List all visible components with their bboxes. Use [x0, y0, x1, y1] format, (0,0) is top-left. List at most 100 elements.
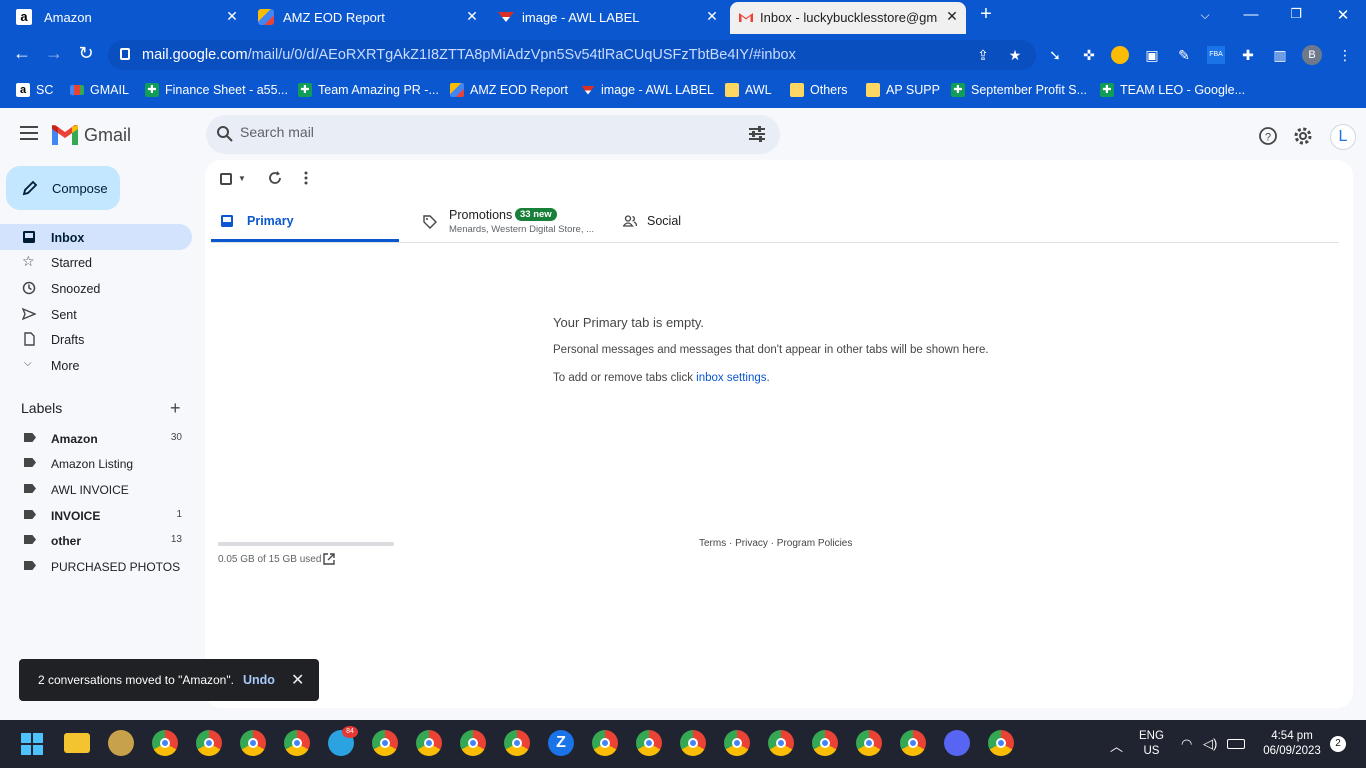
zoom-icon[interactable]: Z [548, 730, 574, 756]
footer-links[interactable]: Terms · Privacy · Program Policies [699, 538, 852, 549]
extension-pen-icon[interactable]: ✎ [1175, 46, 1193, 64]
bookmark-ap-supp-folder[interactable]: AP SUPP [866, 83, 940, 97]
label-amazon-listing[interactable]: Amazon Listing [0, 451, 192, 476]
telegram-icon[interactable]: 84 [328, 726, 358, 756]
chrome-icon[interactable] [240, 730, 266, 756]
account-avatar[interactable]: L [1330, 124, 1356, 150]
chrome-icon[interactable] [768, 730, 794, 756]
chrome-icon[interactable] [504, 730, 530, 756]
bookmark-amz-eod[interactable]: AMZ EOD Report [450, 83, 568, 97]
volume-icon[interactable]: ◁) [1203, 736, 1217, 752]
chrome-icon[interactable] [372, 730, 398, 756]
browser-tab-amazon[interactable]: a Amazon ✕ [8, 0, 246, 34]
close-icon[interactable]: ✕ [704, 8, 720, 25]
label-invoice[interactable]: INVOICE 1 [0, 503, 192, 528]
close-icon[interactable]: ✕ [224, 8, 240, 25]
browser-tab-amz-eod[interactable]: AMZ EOD Report ✕ [250, 0, 486, 34]
chrome-icon[interactable] [416, 730, 442, 756]
search-icon[interactable] [216, 125, 234, 143]
nav-item-drafts[interactable]: Drafts [0, 326, 192, 352]
search-bar[interactable] [206, 115, 780, 154]
nav-item-snoozed[interactable]: Snoozed [0, 275, 192, 301]
file-explorer-icon[interactable] [64, 733, 90, 753]
open-external-icon[interactable] [323, 553, 335, 565]
select-caret-icon[interactable]: ▼ [238, 174, 246, 183]
forward-button[interactable]: → [42, 43, 66, 64]
discord-icon[interactable] [944, 730, 970, 756]
back-button[interactable]: ← [10, 43, 34, 64]
chrome-icon[interactable] [988, 730, 1014, 756]
label-other[interactable]: other 13 [0, 528, 192, 553]
extensions-puzzle-icon[interactable]: ✚ [1239, 46, 1257, 64]
windows-start-icon[interactable] [21, 733, 43, 755]
extension-camera-icon[interactable]: ▣ [1143, 46, 1161, 64]
nav-item-inbox[interactable]: Inbox [0, 224, 192, 250]
restore-button[interactable]: ❐ [1286, 6, 1306, 22]
add-label-button[interactable]: + [170, 398, 181, 419]
tab-search-chevron-icon[interactable]: ⌵ [1195, 8, 1215, 23]
tray-chevron-up-icon[interactable]: ︿ [1110, 736, 1123, 755]
extension-puzzle-blue-icon[interactable]: ✜ [1080, 46, 1098, 64]
refresh-icon[interactable] [267, 170, 283, 186]
browser-tab-awl-label[interactable]: image - AWL LABEL ✕ [490, 0, 726, 34]
minimize-button[interactable]: — [1241, 6, 1261, 23]
undo-button[interactable]: Undo [243, 673, 275, 687]
chrome-icon[interactable] [592, 730, 618, 756]
new-tab-button[interactable]: + [976, 3, 996, 26]
label-purchased-photos[interactable]: PURCHASED PHOTOS [0, 554, 192, 579]
nav-item-more[interactable]: ⌵ More [0, 352, 192, 378]
main-menu-icon[interactable] [20, 126, 38, 140]
chrome-icon[interactable] [636, 730, 662, 756]
tab-primary[interactable]: Primary [211, 200, 399, 242]
search-options-icon[interactable] [748, 126, 766, 142]
bookmark-awl-folder[interactable]: AWL [725, 83, 772, 97]
bookmark-awl-label[interactable]: image - AWL LABEL [581, 83, 714, 97]
chrome-icon-active[interactable] [900, 730, 926, 756]
side-panel-icon[interactable]: ▥ [1271, 46, 1289, 64]
chrome-icon[interactable] [152, 730, 178, 756]
search-input[interactable] [240, 124, 720, 140]
label-amazon[interactable]: Amazon 30 [0, 426, 192, 451]
help-icon[interactable]: ? [1258, 126, 1278, 146]
chrome-icon[interactable] [196, 730, 222, 756]
close-icon[interactable]: ✕ [291, 670, 304, 690]
bookmark-september-profit[interactable]: ✚ September Profit S... [951, 83, 1087, 97]
app-avatar-icon[interactable] [108, 730, 134, 756]
compose-button[interactable]: Compose [6, 166, 120, 210]
battery-icon[interactable] [1227, 739, 1245, 749]
chrome-icon[interactable] [856, 730, 882, 756]
close-icon[interactable]: ✕ [944, 8, 960, 25]
extension-orange-icon[interactable] [1111, 46, 1129, 64]
chrome-icon[interactable] [724, 730, 750, 756]
bookmark-others-folder[interactable]: Others [790, 83, 848, 97]
reload-button[interactable]: ↻ [74, 43, 98, 64]
inbox-settings-link[interactable]: inbox settings [696, 372, 766, 384]
select-all-checkbox[interactable] [220, 173, 232, 185]
chrome-icon[interactable] [680, 730, 706, 756]
wifi-icon[interactable]: ◠ [1181, 736, 1192, 752]
nav-item-starred[interactable]: ☆ Starred [0, 249, 192, 275]
close-icon[interactable]: ✕ [464, 8, 480, 25]
notification-count[interactable]: 2 [1330, 736, 1346, 752]
browser-tab-inbox[interactable]: Inbox - luckybucklesstore@gmail ✕ [730, 2, 966, 34]
address-bar[interactable]: mail.google.com/mail/u/0/d/AEoRXRTgAkZ1I… [108, 40, 1036, 70]
bookmark-gmail[interactable]: GMAIL [70, 83, 129, 97]
share-icon[interactable]: ⇪ [974, 46, 992, 64]
bookmark-team-amazing[interactable]: ✚ Team Amazing PR -... [298, 83, 439, 97]
nav-item-sent[interactable]: Sent [0, 301, 192, 327]
language-indicator[interactable]: ENG US [1139, 729, 1164, 759]
bookmark-team-leo[interactable]: ✚ TEAM LEO - Google... [1100, 83, 1245, 97]
browser-menu-icon[interactable]: ⋮ [1336, 46, 1354, 64]
close-window-button[interactable]: ✕ [1333, 6, 1353, 24]
extension-fba-icon[interactable]: FBA [1207, 46, 1225, 64]
chrome-icon[interactable] [460, 730, 486, 756]
chrome-icon[interactable] [812, 730, 838, 756]
bookmark-sc[interactable]: a SC [16, 83, 53, 97]
more-vert-icon[interactable] [303, 170, 309, 186]
tab-promotions[interactable]: Promotions 33 new Menards, Western Digit… [415, 200, 605, 242]
settings-gear-icon[interactable] [1293, 126, 1313, 146]
extension-arrow-icon[interactable]: ➘ [1046, 46, 1064, 64]
label-awl-invoice[interactable]: AWL INVOICE [0, 477, 192, 502]
profile-avatar[interactable]: B [1302, 45, 1322, 65]
tab-social[interactable]: Social [619, 200, 809, 242]
